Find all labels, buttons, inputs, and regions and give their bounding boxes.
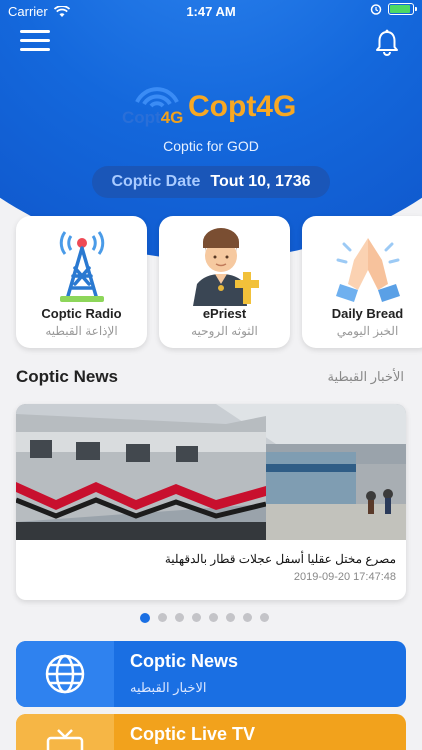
bell-icon[interactable] [372,28,402,58]
menu-item-subtitle: الاخبار القبطيه [130,680,207,695]
status-bar: Carrier 1:47 AM [0,0,422,22]
menu-item-title: Coptic Live TV [130,724,256,744]
news-headline: مصرع مختل عقليا أسفل عجلات قطار بالدقهلي… [164,552,396,566]
battery-icon [388,3,417,15]
card-coptic-radio[interactable]: Coptic Radio الإذاعة القبطيه [16,216,147,348]
battery-fill [390,5,410,13]
news-section-title: Coptic News [16,367,119,386]
priest-icon [192,228,259,306]
card-subtitle: الخبز اليومي [336,324,399,338]
card-title: ePriest [202,306,247,321]
card-subtitle: الإذاعة القبطيه [45,324,118,338]
app-logo: Copt4G Copt4G [120,80,320,136]
card-epriest[interactable]: ePriest الثوثه الروحيه [159,216,290,348]
coptic-date-pill: Coptic Date Tout 10, 1736 [92,166,330,198]
carousel-dot[interactable] [158,613,167,622]
tv-icon [46,729,84,750]
carousel-dot[interactable] [140,613,150,623]
news-card[interactable]: مصرع مختل عقليا أسفل عجلات قطار بالدقهلي… [16,404,406,600]
carousel-pagination [140,613,269,623]
menu-item-coptic-live-tv[interactable]: Coptic Live TV [16,714,406,750]
radio-tower-icon [59,231,104,302]
coptic-date-value: Tout 10, 1736 [210,173,311,190]
icon-box [16,714,114,750]
logo-signal-icon [135,87,179,108]
logo-title: Copt4G [188,90,297,123]
card-title: Daily Bread [331,306,404,321]
carousel-dot[interactable] [260,613,269,622]
news-photo [16,404,406,540]
globe-icon [45,654,85,694]
coptic-date-label: Coptic Date [111,173,201,190]
clock: 1:47 AM [186,4,236,19]
card-subtitle: الثوثه الروحيه [191,324,258,338]
praying-hands-icon [335,238,400,302]
carousel-dot[interactable] [175,613,184,622]
tagline: Coptic for GOD [163,138,259,154]
icon-box [16,641,114,707]
carousel-dot[interactable] [226,613,235,622]
carousel-dot[interactable] [209,613,218,622]
alarm-icon [370,4,382,15]
carousel-dot[interactable] [192,613,201,622]
carousel-dot[interactable] [243,613,252,622]
status-right [370,3,417,15]
news-section-title-ar[interactable]: الأخبار القبطية [328,369,404,385]
logo-small-text: Copt4G [122,108,184,127]
news-date: 2019-09-20 17:47:48 [293,571,396,583]
feature-cards: Coptic Radio الإذاعة القبطيه ePriest الث… [16,216,422,348]
card-title: Coptic Radio [41,306,122,321]
hamburger-menu-icon[interactable] [20,30,50,56]
menu-item-coptic-news[interactable]: Coptic News الاخبار القبطيه [16,641,406,707]
card-daily-bread[interactable]: Daily Bread الخبز اليومي [302,216,422,348]
menu-item-title: Coptic News [130,651,239,671]
